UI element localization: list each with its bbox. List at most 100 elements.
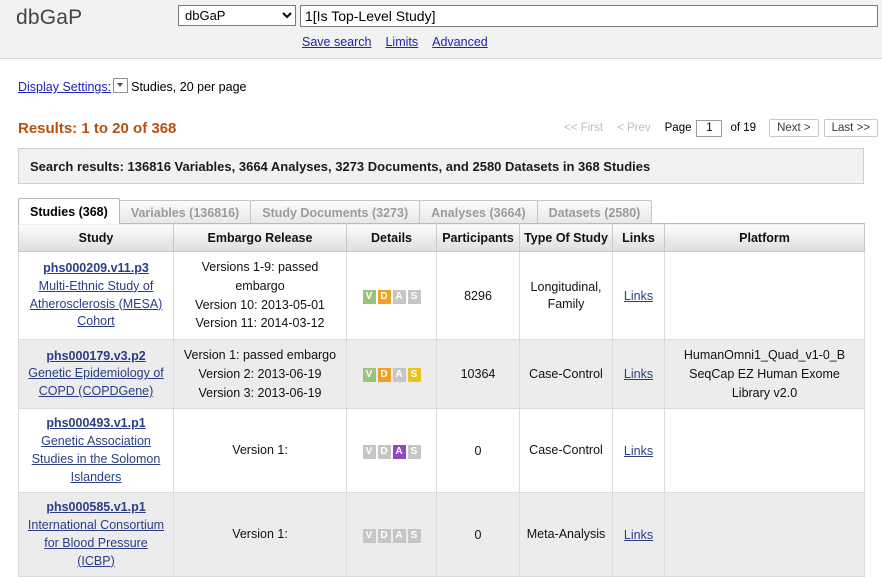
pagination: << First < Prev Page of 19 Next > Last >… — [557, 119, 878, 137]
badge-s-icon: S — [407, 444, 421, 459]
cell-participants: 0 — [436, 408, 520, 494]
first-page-button[interactable]: << First — [557, 120, 610, 136]
study-title-link[interactable]: Genetic Epidemiology of COPD (COPDGene) — [28, 366, 164, 398]
tab-study-documents[interactable]: Study Documents (3273) — [250, 200, 421, 224]
vdas-badge-group: VDAS — [362, 444, 421, 459]
last-page-button[interactable]: Last >> — [823, 119, 878, 137]
study-accession-link[interactable]: phs000493.v1.p1 — [25, 415, 167, 433]
study-accession-link[interactable]: phs000585.v1.p1 — [25, 499, 167, 517]
badge-d-icon[interactable]: D — [377, 289, 391, 304]
database-select[interactable]: dbGaP — [178, 5, 296, 26]
result-tabs: Studies (368) Variables (136816) Study Doc… — [18, 198, 653, 224]
badge-a-icon: A — [392, 528, 406, 543]
study-title-link[interactable]: Genetic Association Studies in the Solom… — [32, 434, 161, 484]
badge-v-icon[interactable]: V — [362, 289, 376, 304]
column-header-details: Details — [346, 223, 437, 252]
cell-participants: 10364 — [436, 338, 520, 410]
column-header-participants: Participants — [436, 223, 520, 252]
chevron-down-icon[interactable] — [113, 78, 129, 93]
display-settings-label[interactable]: Display Settings: — [18, 80, 111, 94]
links-link[interactable]: Links — [624, 289, 653, 303]
vdas-badge-group: VDAS — [362, 528, 421, 543]
cell-type-of-study: Case-Control — [519, 338, 613, 410]
table-row: phs000493.v1.p1 Genetic Association Studi… — [18, 408, 865, 494]
table-row: phs000585.v1.p1 International Consortium … — [18, 492, 865, 577]
search-results-banner: Search results: 136816 Variables, 3664 A… — [18, 148, 864, 184]
cell-links: Links — [612, 251, 665, 340]
cell-embargo-release: Version 1: — [173, 408, 347, 494]
results-table: Study Embargo Release Details Participants T… — [18, 223, 865, 577]
study-title-link[interactable]: Multi-Ethnic Study of Atherosclerosis (M… — [30, 279, 163, 329]
badge-a-icon: A — [392, 368, 406, 383]
cell-study: phs000585.v1.p1 International Consortium … — [18, 492, 174, 577]
site-brand: dbGaP — [16, 6, 83, 29]
cell-links: Links — [612, 408, 665, 494]
tab-studies[interactable]: Studies (368) — [18, 198, 120, 224]
badge-s-icon: S — [407, 289, 421, 304]
search-input[interactable] — [300, 5, 878, 27]
links-link[interactable]: Links — [624, 528, 653, 542]
column-header-platform: Platform — [664, 223, 865, 252]
cell-platform: HumanOmni1_Quad_v1-0_B SeqCap EZ Human E… — [664, 338, 865, 410]
display-settings-summary: Studies, 20 per page — [131, 80, 247, 94]
cell-platform — [664, 408, 865, 494]
badge-s-icon: S — [407, 528, 421, 543]
badge-v-icon: V — [362, 444, 376, 459]
vdas-badge-group: VDAS — [362, 368, 421, 383]
cell-embargo-release: Version 1: passed embargo Version 2: 201… — [173, 338, 347, 410]
cell-embargo-release: Versions 1-9: passed embargo Version 10:… — [173, 251, 347, 340]
cell-type-of-study: Longitudinal, Family — [519, 251, 613, 340]
page-total-label: of 19 — [730, 122, 757, 134]
links-link[interactable]: Links — [624, 367, 653, 381]
cell-embargo-release: Version 1: — [173, 492, 347, 577]
cell-type-of-study: Meta-Analysis — [519, 492, 613, 577]
badge-a-icon[interactable]: A — [392, 444, 406, 459]
next-page-button[interactable]: Next > — [769, 119, 819, 137]
cell-type-of-study: Case-Control — [519, 408, 613, 494]
tab-variables[interactable]: Variables (136816) — [118, 200, 252, 224]
study-accession-link[interactable]: phs000209.v11.p3 — [25, 260, 167, 278]
results-table-wrap: Study Embargo Release Details Participants T… — [18, 223, 865, 577]
cell-participants: 0 — [436, 492, 520, 577]
cell-details: VDAS — [346, 251, 437, 340]
tab-datasets[interactable]: Datasets (2580) — [536, 200, 653, 224]
badge-a-icon: A — [392, 289, 406, 304]
display-settings[interactable]: Display Settings: Studies, 20 per page — [18, 78, 246, 94]
table-row: phs000179.v3.p2 Genetic Epidemiology of C… — [18, 338, 865, 410]
advanced-link[interactable]: Advanced — [432, 35, 488, 49]
vdas-badge-group: VDAS — [362, 289, 421, 304]
column-header-study: Study — [18, 223, 174, 252]
cell-details: VDAS — [346, 492, 437, 577]
prev-page-button[interactable]: < Prev — [610, 120, 658, 136]
badge-d-icon: D — [377, 528, 391, 543]
search-header: dbGaP dbGaP Save search Limits Advanced — [0, 0, 882, 59]
column-header-embargo-release: Embargo Release — [173, 223, 347, 252]
search-sublinks: Save search Limits Advanced — [302, 35, 502, 49]
tab-analyses[interactable]: Analyses (3664) — [419, 200, 538, 224]
badge-d-icon[interactable]: D — [377, 368, 391, 383]
cell-study: phs000209.v11.p3 Multi-Ethnic Study of At… — [18, 251, 174, 340]
cell-study: phs000179.v3.p2 Genetic Epidemiology of C… — [18, 338, 174, 410]
cell-platform — [664, 492, 865, 577]
study-accession-link[interactable]: phs000179.v3.p2 — [25, 348, 167, 366]
badge-s-icon[interactable]: S — [407, 368, 421, 383]
save-search-link[interactable]: Save search — [302, 35, 371, 49]
page-number-input[interactable] — [696, 119, 723, 137]
table-row: phs000209.v11.p3 Multi-Ethnic Study of At… — [18, 251, 865, 340]
badge-d-icon: D — [377, 444, 391, 459]
cell-participants: 8296 — [436, 251, 520, 340]
links-link[interactable]: Links — [624, 444, 653, 458]
cell-details: VDAS — [346, 408, 437, 494]
column-header-type-of-study: Type Of Study — [519, 223, 613, 252]
cell-links: Links — [612, 492, 665, 577]
badge-v-icon[interactable]: V — [362, 368, 376, 383]
cell-details: VDAS — [346, 338, 437, 410]
cell-platform — [664, 251, 865, 340]
table-header-row: Study Embargo Release Details Participants T… — [18, 223, 865, 252]
limits-link[interactable]: Limits — [385, 35, 418, 49]
cell-links: Links — [612, 338, 665, 410]
badge-v-icon: V — [362, 528, 376, 543]
results-summary: Results: 1 to 20 of 368 — [18, 120, 177, 137]
study-title-link[interactable]: International Consortium for Blood Press… — [28, 518, 164, 568]
page-label: Page — [664, 122, 692, 134]
